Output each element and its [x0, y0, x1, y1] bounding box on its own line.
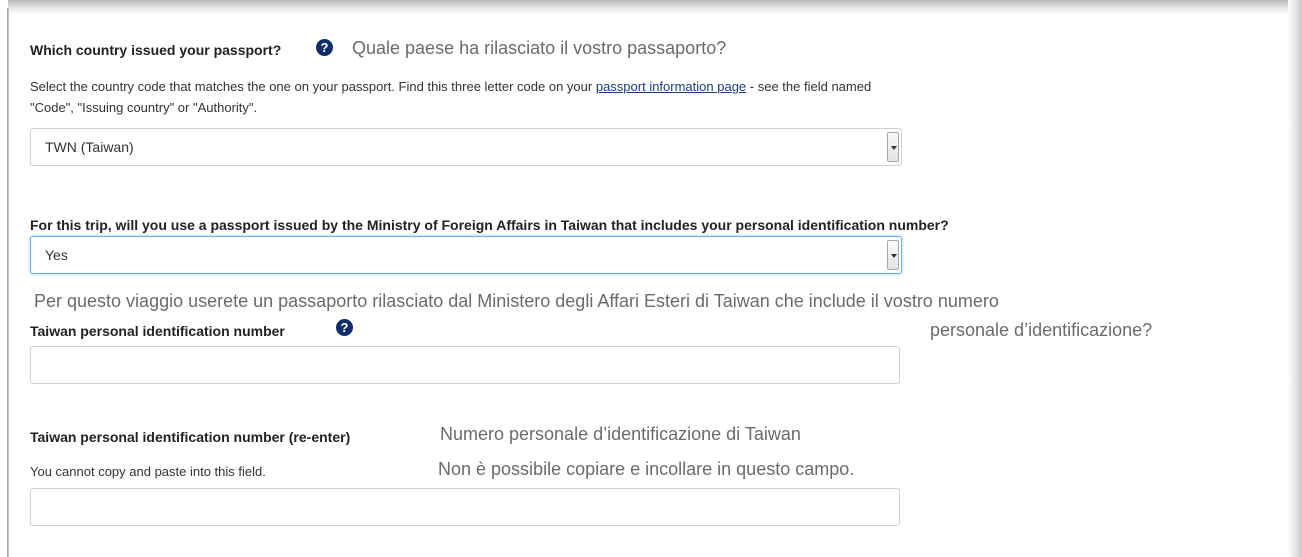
mofa-passport-translation-line1: Per questo viaggio userete un passaporto… [34, 291, 999, 311]
pin-reenter-input[interactable] [30, 488, 900, 526]
passport-information-page-link[interactable]: passport information page [596, 79, 746, 94]
form-panel: Which country issued your passport? ? Qu… [0, 0, 1302, 557]
top-shadow [8, 0, 1302, 14]
question-circle-icon[interactable]: ? [316, 39, 333, 56]
issuing-country-help-text-after: - see the field named [749, 79, 872, 94]
pin-reenter-help-translation: Non è possibile copiare e incollare in q… [438, 459, 855, 479]
issuing-country-help-text: Select the country code that matches the… [30, 79, 593, 94]
issuing-country-help: Select the country code that matches the… [30, 79, 871, 94]
issuing-country-help-line2: "Code", "Issuing country" or "Authority"… [30, 100, 258, 115]
pin-input[interactable] [30, 346, 900, 384]
issuing-country-question: Which country issued your passport? [30, 42, 282, 58]
mofa-passport-select[interactable]: Yes [30, 236, 902, 274]
pin-reenter-translation: Numero personale d’identificazione di Ta… [440, 424, 801, 444]
right-shadow [1288, 0, 1302, 557]
left-border [7, 8, 9, 557]
mofa-passport-question: For this trip, will you use a passport i… [30, 217, 949, 233]
pin-reenter-help: You cannot copy and paste into this fiel… [30, 464, 266, 479]
dropdown-arrow-icon[interactable] [887, 132, 899, 162]
pin-reenter-label: Taiwan personal identification number (r… [30, 429, 351, 445]
mofa-passport-translation-line2: personale d’identificazione? [930, 320, 1153, 340]
question-circle-icon[interactable]: ? [336, 319, 353, 336]
issuing-country-translation: Quale paese ha rilasciato il vostro pass… [352, 38, 727, 58]
mofa-passport-selected-value: Yes [45, 247, 68, 263]
issuing-country-selected-value: TWN (Taiwan) [45, 139, 134, 155]
pin-label: Taiwan personal identification number [30, 323, 285, 339]
issuing-country-select[interactable]: TWN (Taiwan) [30, 128, 902, 166]
dropdown-arrow-icon[interactable] [887, 240, 899, 270]
